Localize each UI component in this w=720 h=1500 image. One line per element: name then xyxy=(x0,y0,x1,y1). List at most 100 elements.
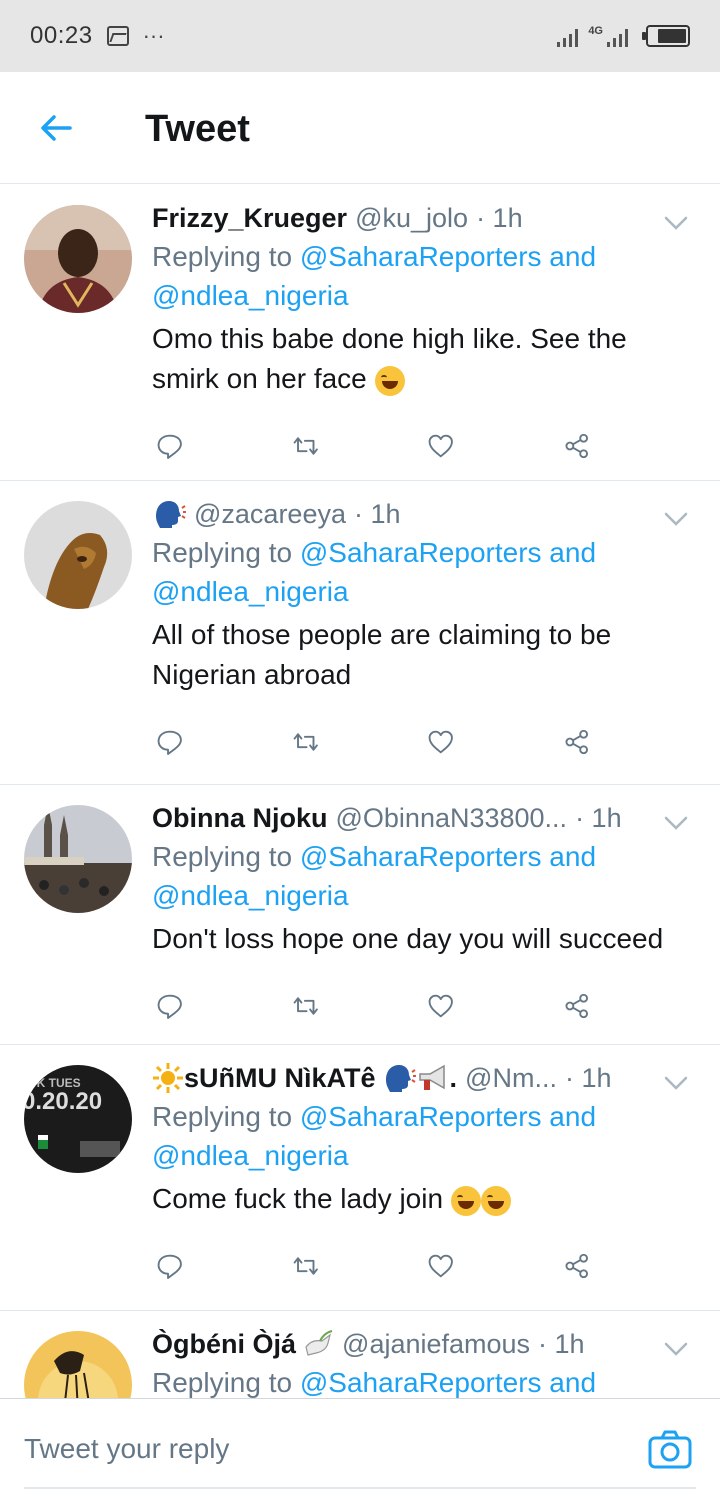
author-name[interactable]: Obinna Njoku xyxy=(152,799,328,837)
top-app-bar: Tweet xyxy=(0,72,720,184)
tweet-text: Come fuck the lady join xyxy=(152,1179,698,1219)
avatar[interactable] xyxy=(24,205,132,313)
avatar[interactable] xyxy=(24,1331,132,1398)
tweet-item[interactable]: Obinna Njoku @ObinnaN33800... · 1h Reply… xyxy=(0,785,720,1045)
tweet-time: · 1h xyxy=(564,1063,612,1093)
author-handle[interactable]: @ku_jolo xyxy=(355,199,468,237)
tweet-actions xyxy=(156,1229,698,1303)
chevron-down-icon[interactable] xyxy=(662,1335,690,1363)
reply-icon[interactable] xyxy=(156,430,184,462)
mention-link[interactable]: @SaharaReporters and xyxy=(300,841,596,872)
svg-text:0.20.20: 0.20.20 xyxy=(24,1088,102,1115)
replying-to: Replying to @SaharaReporters and xyxy=(152,537,597,568)
sun-emoji-icon xyxy=(153,1063,183,1093)
laughing-emoji-icon xyxy=(374,365,405,396)
tweet-actions xyxy=(156,409,698,483)
share-icon[interactable] xyxy=(563,726,591,758)
tweet-item[interactable]: Frizzy_Krueger @ku_jolo · 1h Replying to… xyxy=(0,185,720,481)
avatar[interactable] xyxy=(24,501,132,609)
replying-to-line2: @ndlea_nigeria xyxy=(152,1136,698,1175)
mention-link[interactable]: @SaharaReporters and xyxy=(300,537,596,568)
signal-icon-2 xyxy=(607,27,628,47)
author-name[interactable]: sUñMU NìkATê xyxy=(184,1059,376,1097)
dove-emoji-icon xyxy=(305,1330,333,1356)
mention-link[interactable]: @ndlea_nigeria xyxy=(152,1140,349,1171)
tweet-header: Frizzy_Krueger @ku_jolo · 1h xyxy=(152,199,698,237)
status-indicators: 4G xyxy=(557,25,690,47)
tweet-actions xyxy=(156,969,698,1043)
mention-link[interactable]: @ndlea_nigeria xyxy=(152,880,349,911)
share-icon[interactable] xyxy=(563,430,591,462)
status-bar: 00:23 ··· 4G xyxy=(0,0,720,72)
tweet-time: · 1h xyxy=(575,803,622,833)
author-name[interactable]: Ògbéni Òjá xyxy=(152,1325,296,1363)
replying-to-line2: @ndlea_nigeria xyxy=(152,572,698,611)
tweet-header: sUñMU NìkATê . @Nm... · 1h xyxy=(152,1059,698,1097)
like-icon[interactable] xyxy=(427,990,455,1022)
speaking-head-emoji-icon xyxy=(156,501,186,528)
network-type: 4G xyxy=(588,25,603,37)
like-icon[interactable] xyxy=(427,726,455,758)
tweet-item[interactable]: CK TUES 0.20.20 sUñMU NìkATê . @Nm... · … xyxy=(0,1045,720,1311)
signal-icon xyxy=(557,27,579,47)
mention-link[interactable]: @SaharaReporters and xyxy=(300,1101,596,1132)
reply-input[interactable]: Tweet your reply xyxy=(24,1433,229,1465)
tweet-item[interactable]: Ògbéni Òjá @ajaniefamous · 1h Replying t… xyxy=(0,1311,720,1398)
avatar[interactable]: CK TUES 0.20.20 xyxy=(24,1065,132,1173)
retweet-icon[interactable] xyxy=(292,430,320,462)
tweet-time: · 1h xyxy=(353,499,401,529)
battery-icon xyxy=(642,25,690,47)
tweet-actions xyxy=(156,705,698,779)
like-icon[interactable] xyxy=(427,1250,455,1282)
like-icon[interactable] xyxy=(427,430,455,462)
author-name-suffix: . xyxy=(449,1063,458,1093)
replying-to: Replying to @SaharaReporters and xyxy=(152,1101,597,1132)
tweet-item[interactable]: @zacareeya · 1h Replying to @SaharaRepor… xyxy=(0,481,720,785)
author-handle[interactable]: @ObinnaN33800... xyxy=(336,799,568,837)
retweet-icon[interactable] xyxy=(292,726,320,758)
tweet-header: @zacareeya · 1h xyxy=(152,495,698,533)
reply-icon[interactable] xyxy=(156,726,184,758)
mention-link[interactable]: @SaharaReporters and xyxy=(300,1367,596,1398)
replying-to-line2: @ndlea_nigeria xyxy=(152,876,698,915)
replying-to: Replying to @SaharaReporters and xyxy=(152,1367,597,1398)
replying-to-line2: @ndlea_nigeria xyxy=(152,276,698,315)
author-handle[interactable]: @ajaniefamous xyxy=(342,1325,530,1363)
chevron-down-icon[interactable] xyxy=(662,1069,690,1097)
status-time: 00:23 xyxy=(30,22,93,49)
megaphone-emoji-icon xyxy=(418,1064,445,1090)
tweet-time: · 1h xyxy=(538,1329,585,1359)
tweet-text: Omo this babe done high like. See the sm… xyxy=(152,323,627,396)
mention-link[interactable]: @ndlea_nigeria xyxy=(152,576,349,607)
replies-list[interactable]: Frizzy_Krueger @ku_jolo · 1h Replying to… xyxy=(0,185,720,1398)
replying-to: Replying to @SaharaReporters and xyxy=(152,841,597,872)
chevron-down-icon[interactable] xyxy=(662,505,690,533)
mention-link[interactable]: @SaharaReporters and xyxy=(300,241,596,272)
share-icon[interactable] xyxy=(563,1250,591,1282)
reply-composer: Tweet your reply xyxy=(0,1398,720,1500)
avatar[interactable] xyxy=(24,805,132,913)
replying-to: Replying to @SaharaReporters and xyxy=(152,241,597,272)
laughing-emoji-icon xyxy=(480,1185,511,1216)
reply-icon[interactable] xyxy=(156,990,184,1022)
page-title: Tweet xyxy=(145,108,250,150)
tweet-time: · 1h xyxy=(476,203,523,233)
tweet-header: Obinna Njoku @ObinnaN33800... · 1h xyxy=(152,799,698,837)
author-name[interactable]: Frizzy_Krueger xyxy=(152,199,347,237)
more-notifications-icon: ··· xyxy=(142,23,165,48)
reply-icon[interactable] xyxy=(156,1250,184,1282)
camera-icon[interactable] xyxy=(648,1429,692,1469)
author-handle[interactable]: @zacareeya xyxy=(194,495,346,533)
back-arrow-icon[interactable] xyxy=(38,110,74,146)
author-handle[interactable]: @Nm... xyxy=(465,1059,557,1097)
laughing-emoji-icon xyxy=(450,1185,481,1216)
gallery-notification-icon xyxy=(106,26,129,46)
tweet-text: Don't loss hope one day you will succeed xyxy=(152,923,664,954)
share-icon[interactable] xyxy=(563,990,591,1022)
mention-link[interactable]: @ndlea_nigeria xyxy=(152,280,349,311)
chevron-down-icon[interactable] xyxy=(662,209,690,237)
retweet-icon[interactable] xyxy=(292,1250,320,1282)
chevron-down-icon[interactable] xyxy=(662,809,690,837)
retweet-icon[interactable] xyxy=(292,990,320,1022)
tweet-header: Ògbéni Òjá @ajaniefamous · 1h xyxy=(152,1325,698,1363)
